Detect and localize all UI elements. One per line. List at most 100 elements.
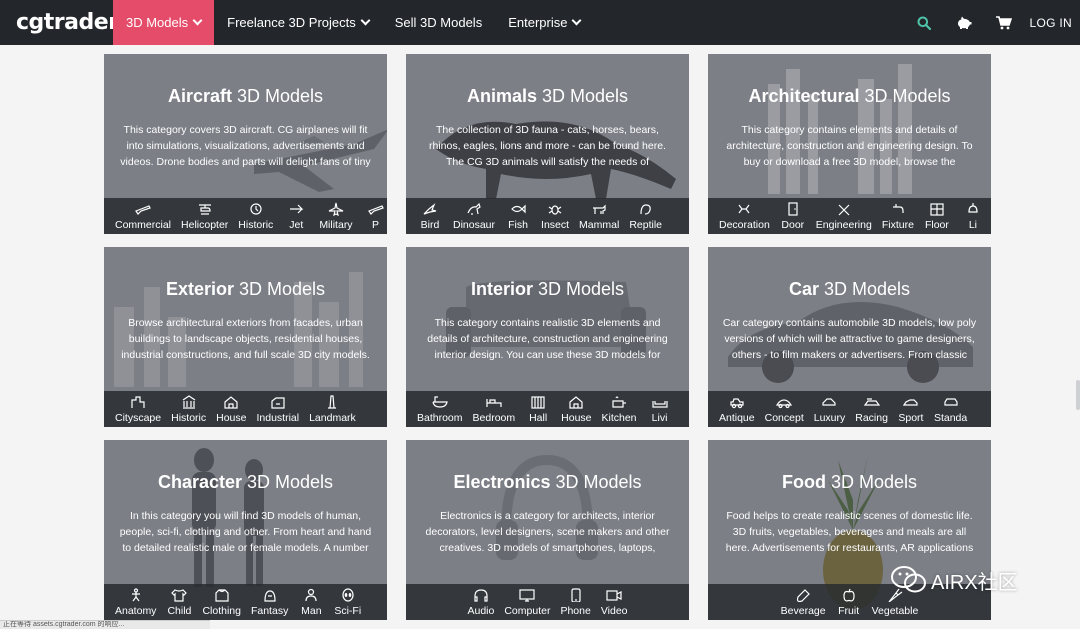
insect-icon bbox=[547, 202, 563, 216]
category-title[interactable]: Exterior 3D Models bbox=[104, 279, 387, 300]
subcategory-standa[interactable]: Standa bbox=[929, 391, 972, 424]
subcategory-industrial[interactable]: Industrial bbox=[251, 391, 304, 424]
subcategory-dinosaur[interactable]: Dinosaur bbox=[448, 198, 500, 231]
nav-3d-models[interactable]: 3D Models bbox=[113, 0, 215, 45]
subcategory-house[interactable]: House bbox=[211, 391, 251, 424]
subcategory-concept[interactable]: Concept bbox=[760, 391, 809, 424]
subcategory-fantasy[interactable]: Fantasy bbox=[246, 584, 293, 617]
subcategory-bathroom[interactable]: Bathroom bbox=[412, 391, 468, 424]
search-button[interactable] bbox=[904, 0, 944, 45]
nav-freelance-projects[interactable]: Freelance 3D Projects bbox=[214, 0, 382, 45]
history-icon bbox=[248, 202, 264, 216]
subcategory-antique[interactable]: Antique bbox=[714, 391, 760, 424]
scrollbar-thumb[interactable] bbox=[1076, 380, 1080, 410]
category-card-electronics[interactable]: Electronics 3D Models Electronics is a ca… bbox=[406, 440, 689, 620]
subcategory-fruit[interactable]: Fruit bbox=[831, 584, 867, 617]
subcategory-cityscape[interactable]: Cityscape bbox=[110, 391, 166, 424]
category-card-character[interactable]: Character 3D Models In this category you … bbox=[104, 440, 387, 620]
nav-freelance-label: Freelance 3D Projects bbox=[227, 15, 356, 30]
category-title[interactable]: Aircraft 3D Models bbox=[104, 86, 387, 107]
subcategory-li[interactable]: Li bbox=[955, 198, 991, 231]
subcategory-fixture[interactable]: Fixture bbox=[877, 198, 919, 231]
cgtrader-logo[interactable]: cgtrader bbox=[0, 10, 119, 35]
subcategory-mammal[interactable]: Mammal bbox=[574, 198, 624, 231]
subcategory-hall[interactable]: Hall bbox=[520, 391, 556, 424]
category-name: Food bbox=[781, 472, 826, 492]
subcategory-man[interactable]: Man bbox=[293, 584, 329, 617]
subcategory-insect[interactable]: Insect bbox=[536, 198, 574, 231]
subcategory-kitchen[interactable]: Kitchen bbox=[597, 391, 642, 424]
subcategory-anatomy[interactable]: Anatomy bbox=[110, 584, 161, 617]
subcategory-military[interactable]: Military bbox=[314, 198, 357, 231]
category-title[interactable]: Animals 3D Models bbox=[406, 86, 689, 107]
category-title[interactable]: Architectural 3D Models bbox=[708, 86, 991, 107]
category-title[interactable]: Electronics 3D Models bbox=[406, 472, 689, 493]
subcategory-bar: Decoration Door Engineering Fixture Floor Li bbox=[708, 198, 991, 234]
category-name: Car bbox=[788, 279, 819, 299]
piggy-bank-button[interactable] bbox=[944, 0, 984, 45]
subcategory-floor[interactable]: Floor bbox=[919, 198, 955, 231]
subcategory-door[interactable]: Door bbox=[775, 198, 811, 231]
subcategory-sport[interactable]: Sport bbox=[893, 391, 929, 424]
subcategory-helicopter[interactable]: Helicopter bbox=[176, 198, 233, 231]
subcategory-label: Decoration bbox=[719, 219, 770, 231]
category-title[interactable]: Car 3D Models bbox=[708, 279, 991, 300]
category-card-aircraft[interactable]: Aircraft 3D Models This category covers 3… bbox=[104, 54, 387, 234]
category-title[interactable]: Interior 3D Models bbox=[406, 279, 689, 300]
subcategory-phone[interactable]: Phone bbox=[555, 584, 595, 617]
subcategory-bedroom[interactable]: Bedroom bbox=[468, 391, 521, 424]
subcategory-reptile[interactable]: Reptile bbox=[624, 198, 667, 231]
subcategory-livi[interactable]: Livi bbox=[642, 391, 678, 424]
subcategory-bar: Bathroom Bedroom Hall House Kitchen Livi bbox=[406, 391, 689, 427]
subcategory-beverage[interactable]: Beverage bbox=[776, 584, 831, 617]
subcategory-child[interactable]: Child bbox=[161, 584, 197, 617]
subcategory-video[interactable]: Video bbox=[596, 584, 633, 617]
category-title[interactable]: Food 3D Models bbox=[708, 472, 991, 493]
category-description: This category contains elements and deta… bbox=[726, 124, 973, 168]
subcategory-engineering[interactable]: Engineering bbox=[811, 198, 877, 231]
subcategory-label: Fixture bbox=[881, 219, 914, 231]
subcategory-label: Insect bbox=[541, 219, 570, 231]
subcategory-clothing[interactable]: Clothing bbox=[197, 584, 246, 617]
subcategory-p[interactable]: P bbox=[358, 198, 387, 231]
nav-enterprise[interactable]: Enterprise bbox=[495, 0, 593, 45]
subcategory-sci-fi[interactable]: Sci-Fi bbox=[329, 584, 366, 617]
subcategory-historic[interactable]: Historic bbox=[166, 391, 211, 424]
subcategory-label: Reptile bbox=[629, 219, 662, 231]
racing-car-icon bbox=[863, 395, 880, 409]
category-title-suffix: 3D Models bbox=[242, 472, 334, 492]
category-description: The collection of 3D fauna - cats, horse… bbox=[429, 124, 666, 168]
subcategory-jet[interactable]: Jet bbox=[278, 198, 314, 231]
login-link[interactable]: LOG IN bbox=[1024, 16, 1080, 30]
subcategory-historic[interactable]: Historic bbox=[233, 198, 278, 231]
subcategory-label: Historic bbox=[238, 219, 274, 231]
house-icon bbox=[568, 395, 584, 409]
category-card-car[interactable]: Car 3D Models Car category contains autom… bbox=[708, 247, 991, 427]
subcategory-fish[interactable]: Fish bbox=[500, 198, 536, 231]
subcategory-bird[interactable]: Bird bbox=[412, 198, 448, 231]
luxury-car-icon bbox=[821, 395, 837, 409]
subcategory-label: Beverage bbox=[780, 605, 826, 617]
cart-button[interactable] bbox=[984, 0, 1024, 45]
category-title[interactable]: Character 3D Models bbox=[104, 472, 387, 493]
subcategory-computer[interactable]: Computer bbox=[499, 584, 555, 617]
subcategory-audio[interactable]: Audio bbox=[462, 584, 499, 617]
subcategory-commercial[interactable]: Commercial bbox=[110, 198, 176, 231]
fighter-icon bbox=[328, 202, 344, 216]
concept-car-icon bbox=[776, 395, 793, 409]
subcategory-house[interactable]: House bbox=[556, 391, 596, 424]
bird-icon bbox=[422, 202, 438, 216]
category-card-animals[interactable]: Animals 3D Models The collection of 3D fa… bbox=[406, 54, 689, 234]
subcategory-luxury[interactable]: Luxury bbox=[809, 391, 851, 424]
nav-sell-models[interactable]: Sell 3D Models bbox=[382, 0, 495, 45]
mammal-icon bbox=[591, 202, 607, 216]
subcategory-racing[interactable]: Racing bbox=[850, 391, 893, 424]
category-card-exterior[interactable]: Exterior 3D Models Browse architectural e… bbox=[104, 247, 387, 427]
subcategory-decoration[interactable]: Decoration bbox=[714, 198, 775, 231]
subcategory-label: Hall bbox=[529, 412, 548, 424]
category-title-suffix: 3D Models bbox=[825, 472, 918, 492]
subcategory-landmark[interactable]: Landmark bbox=[304, 391, 361, 424]
category-card-architectural[interactable]: Architectural 3D Models This category con… bbox=[708, 54, 991, 234]
subcategory-label: Luxury bbox=[813, 412, 846, 424]
category-card-interior[interactable]: Interior 3D Models This category contains… bbox=[406, 247, 689, 427]
